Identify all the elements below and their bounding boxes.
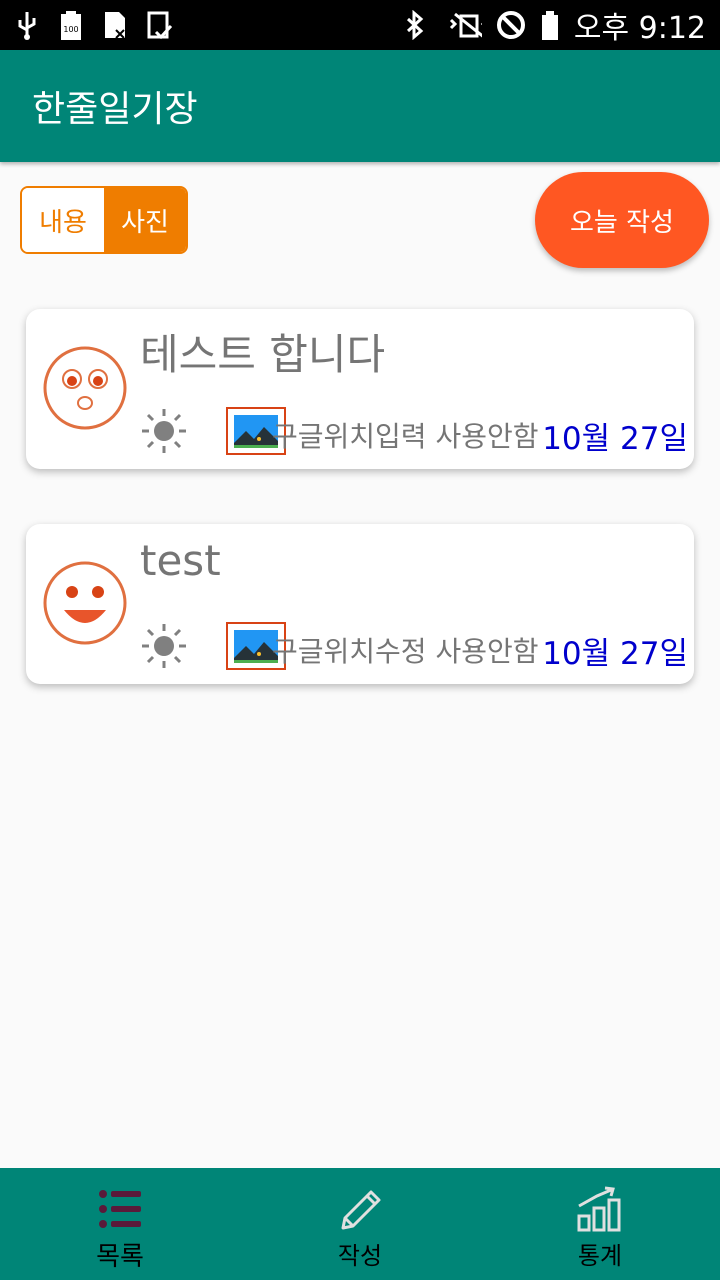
entry-title: 테스트 합니다 bbox=[140, 330, 386, 379]
app-title: 한줄일기장 bbox=[32, 89, 198, 130]
nav-item-stats[interactable]: 통계 bbox=[480, 1168, 720, 1280]
vibrate-off-icon bbox=[449, 12, 482, 38]
do-not-disturb-icon bbox=[496, 11, 525, 39]
location-text: 구글위치입력 사용안함 bbox=[272, 420, 539, 453]
sun-icon bbox=[142, 624, 186, 668]
nav-item-write[interactable]: 작성 bbox=[240, 1168, 480, 1280]
bluetooth-icon bbox=[406, 10, 424, 40]
battery-icon bbox=[541, 11, 558, 40]
surprised-face-icon bbox=[43, 346, 127, 430]
entry-date: 10월 27일 bbox=[542, 636, 688, 672]
nav-item-list[interactable]: 목록 bbox=[0, 1168, 240, 1280]
sim-off-icon bbox=[105, 12, 125, 39]
diary-entry-card[interactable]: 테스트 합니다 구글위치입력 사용안함 10월 27일 bbox=[26, 309, 694, 469]
toggle-content-button[interactable]: 내용 bbox=[22, 188, 104, 252]
list-icon bbox=[99, 1190, 141, 1228]
view-toggle[interactable]: 내용 사진 bbox=[20, 186, 188, 254]
location-text: 구글위치수정 사용안함 bbox=[272, 635, 539, 668]
bottom-navigation: 목록 작성 통계 bbox=[0, 1168, 720, 1280]
diary-entry-card[interactable]: test 구글위치수정 사용안함 10월 27일 bbox=[26, 524, 694, 684]
happy-face-icon bbox=[43, 561, 127, 645]
toggle-photo-button[interactable]: 사진 bbox=[104, 188, 186, 252]
nav-label-write: 작성 bbox=[337, 1242, 383, 1270]
pencil-icon bbox=[341, 1190, 381, 1230]
tablet-check-icon bbox=[147, 11, 172, 40]
status-bar: 100 오후 9:12 bbox=[0, 0, 720, 50]
nav-label-list: 목록 bbox=[96, 1242, 144, 1272]
svg-text:100: 100 bbox=[63, 25, 78, 34]
entry-title: test bbox=[140, 536, 221, 585]
status-time: 오후 9:12 bbox=[573, 11, 706, 46]
nav-label-stats: 통계 bbox=[577, 1242, 623, 1270]
battery-100-icon: 100 bbox=[61, 11, 81, 40]
sun-icon bbox=[142, 409, 186, 453]
app-bar: 한줄일기장 bbox=[0, 50, 720, 162]
usb-icon bbox=[18, 12, 36, 40]
entry-date: 10월 27일 bbox=[542, 421, 688, 457]
write-today-button[interactable]: 오늘 작성 bbox=[535, 172, 709, 268]
chart-icon bbox=[577, 1186, 621, 1232]
